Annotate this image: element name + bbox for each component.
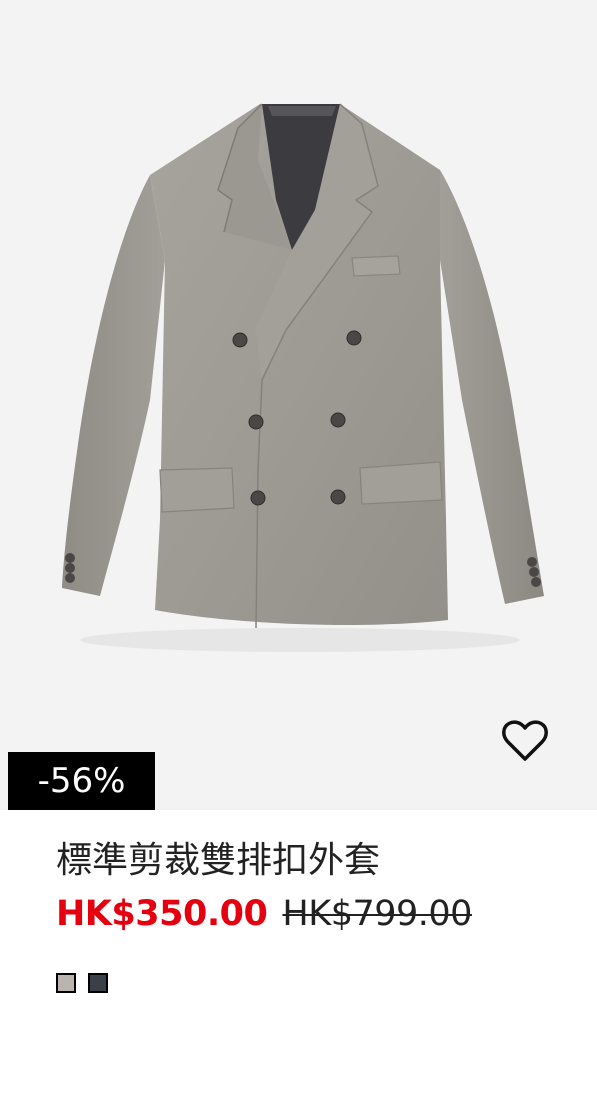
product-card[interactable]: -56% 標準剪裁雙排扣外套 HK$350.00 HK$799.00 [0, 0, 597, 1097]
color-swatch[interactable] [88, 973, 108, 993]
blazer-illustration [62, 103, 544, 652]
discount-badge: -56% [8, 752, 155, 810]
sale-price: HK$350.00 [56, 894, 268, 934]
price-row: HK$350.00 HK$799.00 [56, 888, 472, 946]
heart-outline-icon [502, 720, 548, 761]
original-price: HK$799.00 [282, 894, 472, 934]
color-swatch[interactable] [56, 973, 76, 993]
color-swatches [56, 973, 108, 993]
product-image[interactable] [0, 0, 597, 810]
product-title[interactable]: 標準剪裁雙排扣外套 [56, 838, 380, 884]
wishlist-button[interactable] [498, 714, 552, 766]
